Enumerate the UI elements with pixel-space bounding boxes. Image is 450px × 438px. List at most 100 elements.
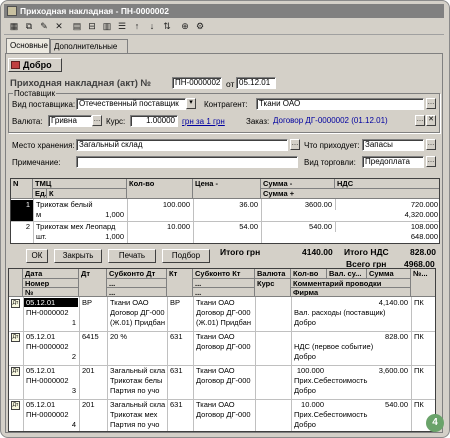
- ledger-dt[interactable]: 201: [80, 400, 106, 409]
- ledger-dt[interactable]: ВР: [80, 298, 106, 307]
- tab-additional[interactable]: Дополнительные: [50, 39, 128, 53]
- ledger-sub-kt[interactable]: Ткани ОАО: [194, 400, 254, 409]
- edit-icon[interactable]: ✎: [37, 20, 51, 33]
- col-price[interactable]: Цена -: [193, 179, 261, 199]
- tab-main[interactable]: Основные: [6, 38, 50, 53]
- ledger-sub-dt[interactable]: Трикотаж белы: [108, 376, 166, 385]
- currency-field[interactable]: Гривна: [48, 115, 92, 127]
- goods-row-name[interactable]: Трикотаж мех Леопард: [34, 222, 126, 231]
- col-n[interactable]: N: [11, 179, 33, 199]
- trade-field[interactable]: Предоплата: [362, 156, 424, 168]
- ledger-comment[interactable]: Вал. расходы (поставщик): [292, 308, 410, 317]
- col-tmc[interactable]: ТМЦ: [33, 179, 127, 189]
- ok-button[interactable]: ОК: [26, 249, 48, 263]
- col-sum[interactable]: Сумма -: [261, 179, 335, 189]
- goods-row-sum[interactable]: 3600.00: [262, 200, 334, 209]
- ledger-dt[interactable]: 6415: [80, 332, 106, 341]
- order-clear-button[interactable]: ✕: [426, 115, 436, 126]
- col-unit[interactable]: Ед.: [33, 189, 47, 199]
- ledger-number[interactable]: ПН-0000002: [24, 342, 78, 351]
- settings-icon[interactable]: ⚙: [193, 20, 207, 33]
- col-no[interactable]: №: [23, 288, 79, 297]
- ledger-sub-dt[interactable]: Партия по учо: [108, 386, 166, 395]
- ledger-no2[interactable]: ПК: [412, 298, 435, 307]
- ledger-sub-dt[interactable]: Ткани ОАО: [108, 298, 166, 307]
- ledger-sub-kt[interactable]: Ткани ОАО: [194, 298, 254, 307]
- ledger-sum[interactable]: 828.00: [349, 332, 410, 341]
- rate-unit-link[interactable]: грн за 1 грн: [182, 117, 225, 126]
- ledger-kt[interactable]: ВР: [168, 298, 192, 307]
- col-firm[interactable]: Фирма: [291, 288, 411, 297]
- ledger-firm[interactable]: Добро: [292, 318, 410, 327]
- ledger-sub-kt[interactable]: Договор ДГ-000: [194, 308, 254, 317]
- new-row-icon[interactable]: ▦: [7, 20, 21, 33]
- table-icon[interactable]: ▥: [100, 20, 114, 33]
- ledger-no2[interactable]: ПК: [412, 332, 435, 341]
- ledger-sub-kt[interactable]: Ткани ОАО: [194, 366, 254, 375]
- ledger-table[interactable]: Дата Номер № Дт Субконто Дт ... ... Кт С…: [8, 268, 436, 432]
- filter-icon[interactable]: ⊟: [85, 20, 99, 33]
- col-vat[interactable]: НДС: [335, 179, 439, 189]
- goods-row-sum-plus[interactable]: 648.000: [262, 232, 439, 241]
- doc-number-field[interactable]: ПН-0000002: [172, 77, 222, 89]
- goods-row-vat[interactable]: 108.000: [336, 222, 439, 231]
- col-val-sum[interactable]: Вал. су...: [327, 269, 367, 279]
- goods-row-unit[interactable]: м: [34, 210, 48, 219]
- ledger-kt[interactable]: 631: [168, 366, 192, 375]
- goods-row-n[interactable]: 1: [11, 200, 33, 221]
- storage-field[interactable]: Загальный склад: [76, 139, 288, 151]
- goods-row-name[interactable]: Трикотаж белый: [34, 200, 126, 209]
- ledger-sub-dt[interactable]: (Ж.01) Придбан: [108, 318, 166, 327]
- contractor-field[interactable]: Ткани ОАО: [256, 98, 424, 110]
- goods-row-k[interactable]: 1,000: [48, 210, 126, 219]
- col-rate[interactable]: Курс: [255, 279, 291, 297]
- ledger-number[interactable]: ПН-0000002: [24, 376, 78, 385]
- ledger-sub-dt[interactable]: Загальный скла: [108, 400, 166, 409]
- ledger-firm[interactable]: Добро: [292, 386, 410, 395]
- ledger-no[interactable]: 3: [24, 386, 78, 395]
- col-comment[interactable]: Комментарий проводки: [291, 279, 411, 288]
- ledger-date[interactable]: 05.12.01: [24, 366, 78, 375]
- ledger-sub-kt[interactable]: (Ж.01) Придбан: [194, 318, 254, 327]
- ledger-qty[interactable]: 10.000: [292, 400, 326, 409]
- col-dt[interactable]: Дт: [79, 269, 107, 297]
- col-sum-plus[interactable]: Сумма +: [261, 189, 439, 199]
- ledger-date[interactable]: 05.12.01: [24, 332, 78, 341]
- list-icon[interactable]: ☰: [115, 20, 129, 33]
- col-k[interactable]: К: [47, 189, 127, 199]
- ledger-sum[interactable]: 4,140.00: [349, 298, 410, 307]
- ledger-comment[interactable]: Прих.Себестоимость: [292, 410, 410, 419]
- ledger-sub-dt[interactable]: Загальный скла: [108, 366, 166, 375]
- ledger-sub-dt[interactable]: Партия по учо: [108, 420, 166, 429]
- ledger-dt[interactable]: 201: [80, 366, 106, 375]
- goods-row-k[interactable]: 1,000: [48, 232, 126, 241]
- what-field[interactable]: Запасы: [362, 139, 424, 151]
- print-button[interactable]: Печать: [108, 249, 156, 263]
- goods-row-sum[interactable]: 540.00: [262, 222, 334, 231]
- col-currency[interactable]: Валюта: [255, 269, 291, 279]
- ledger-sub-dt[interactable]: Договор ДГ-000: [108, 308, 166, 317]
- doc-icon[interactable]: ▤: [70, 20, 84, 33]
- ledger-kt[interactable]: 631: [168, 332, 192, 341]
- ledger-sub-kt[interactable]: Договор ДГ-000: [194, 376, 254, 385]
- ledger-sub-kt[interactable]: Договор ДГ-000: [194, 410, 254, 419]
- ledger-firm[interactable]: Добро: [292, 352, 410, 361]
- ledger-no2[interactable]: ПК: [412, 366, 435, 375]
- ledger-comment[interactable]: НДС (первое событие): [292, 342, 410, 351]
- ledger-kt[interactable]: 631: [168, 400, 192, 409]
- rate-field[interactable]: 1.00000: [130, 115, 178, 127]
- ledger-qty[interactable]: 100.000: [292, 366, 326, 375]
- move-down-icon[interactable]: ↓: [145, 20, 159, 33]
- currency-select-button[interactable]: …: [92, 115, 102, 126]
- sort-icon[interactable]: ⇅: [160, 20, 174, 33]
- trade-select-button[interactable]: …: [426, 156, 436, 167]
- ledger-no2[interactable]: ПК: [412, 400, 435, 409]
- goods-table[interactable]: N ТМЦ Ед. К Кол-во Цена - Сумма - Сумма …: [10, 178, 440, 244]
- ledger-comment[interactable]: Прих.Себестоимость: [292, 376, 410, 385]
- col-sub-dt[interactable]: Субконто Дт: [107, 269, 167, 279]
- ledger-firm[interactable]: Добро: [292, 420, 410, 429]
- col-date[interactable]: Дата: [23, 269, 79, 279]
- doc-date-field[interactable]: 05.12.01: [236, 77, 276, 89]
- goods-row-qty[interactable]: 100.000: [128, 200, 192, 209]
- col-number[interactable]: Номер: [23, 279, 79, 288]
